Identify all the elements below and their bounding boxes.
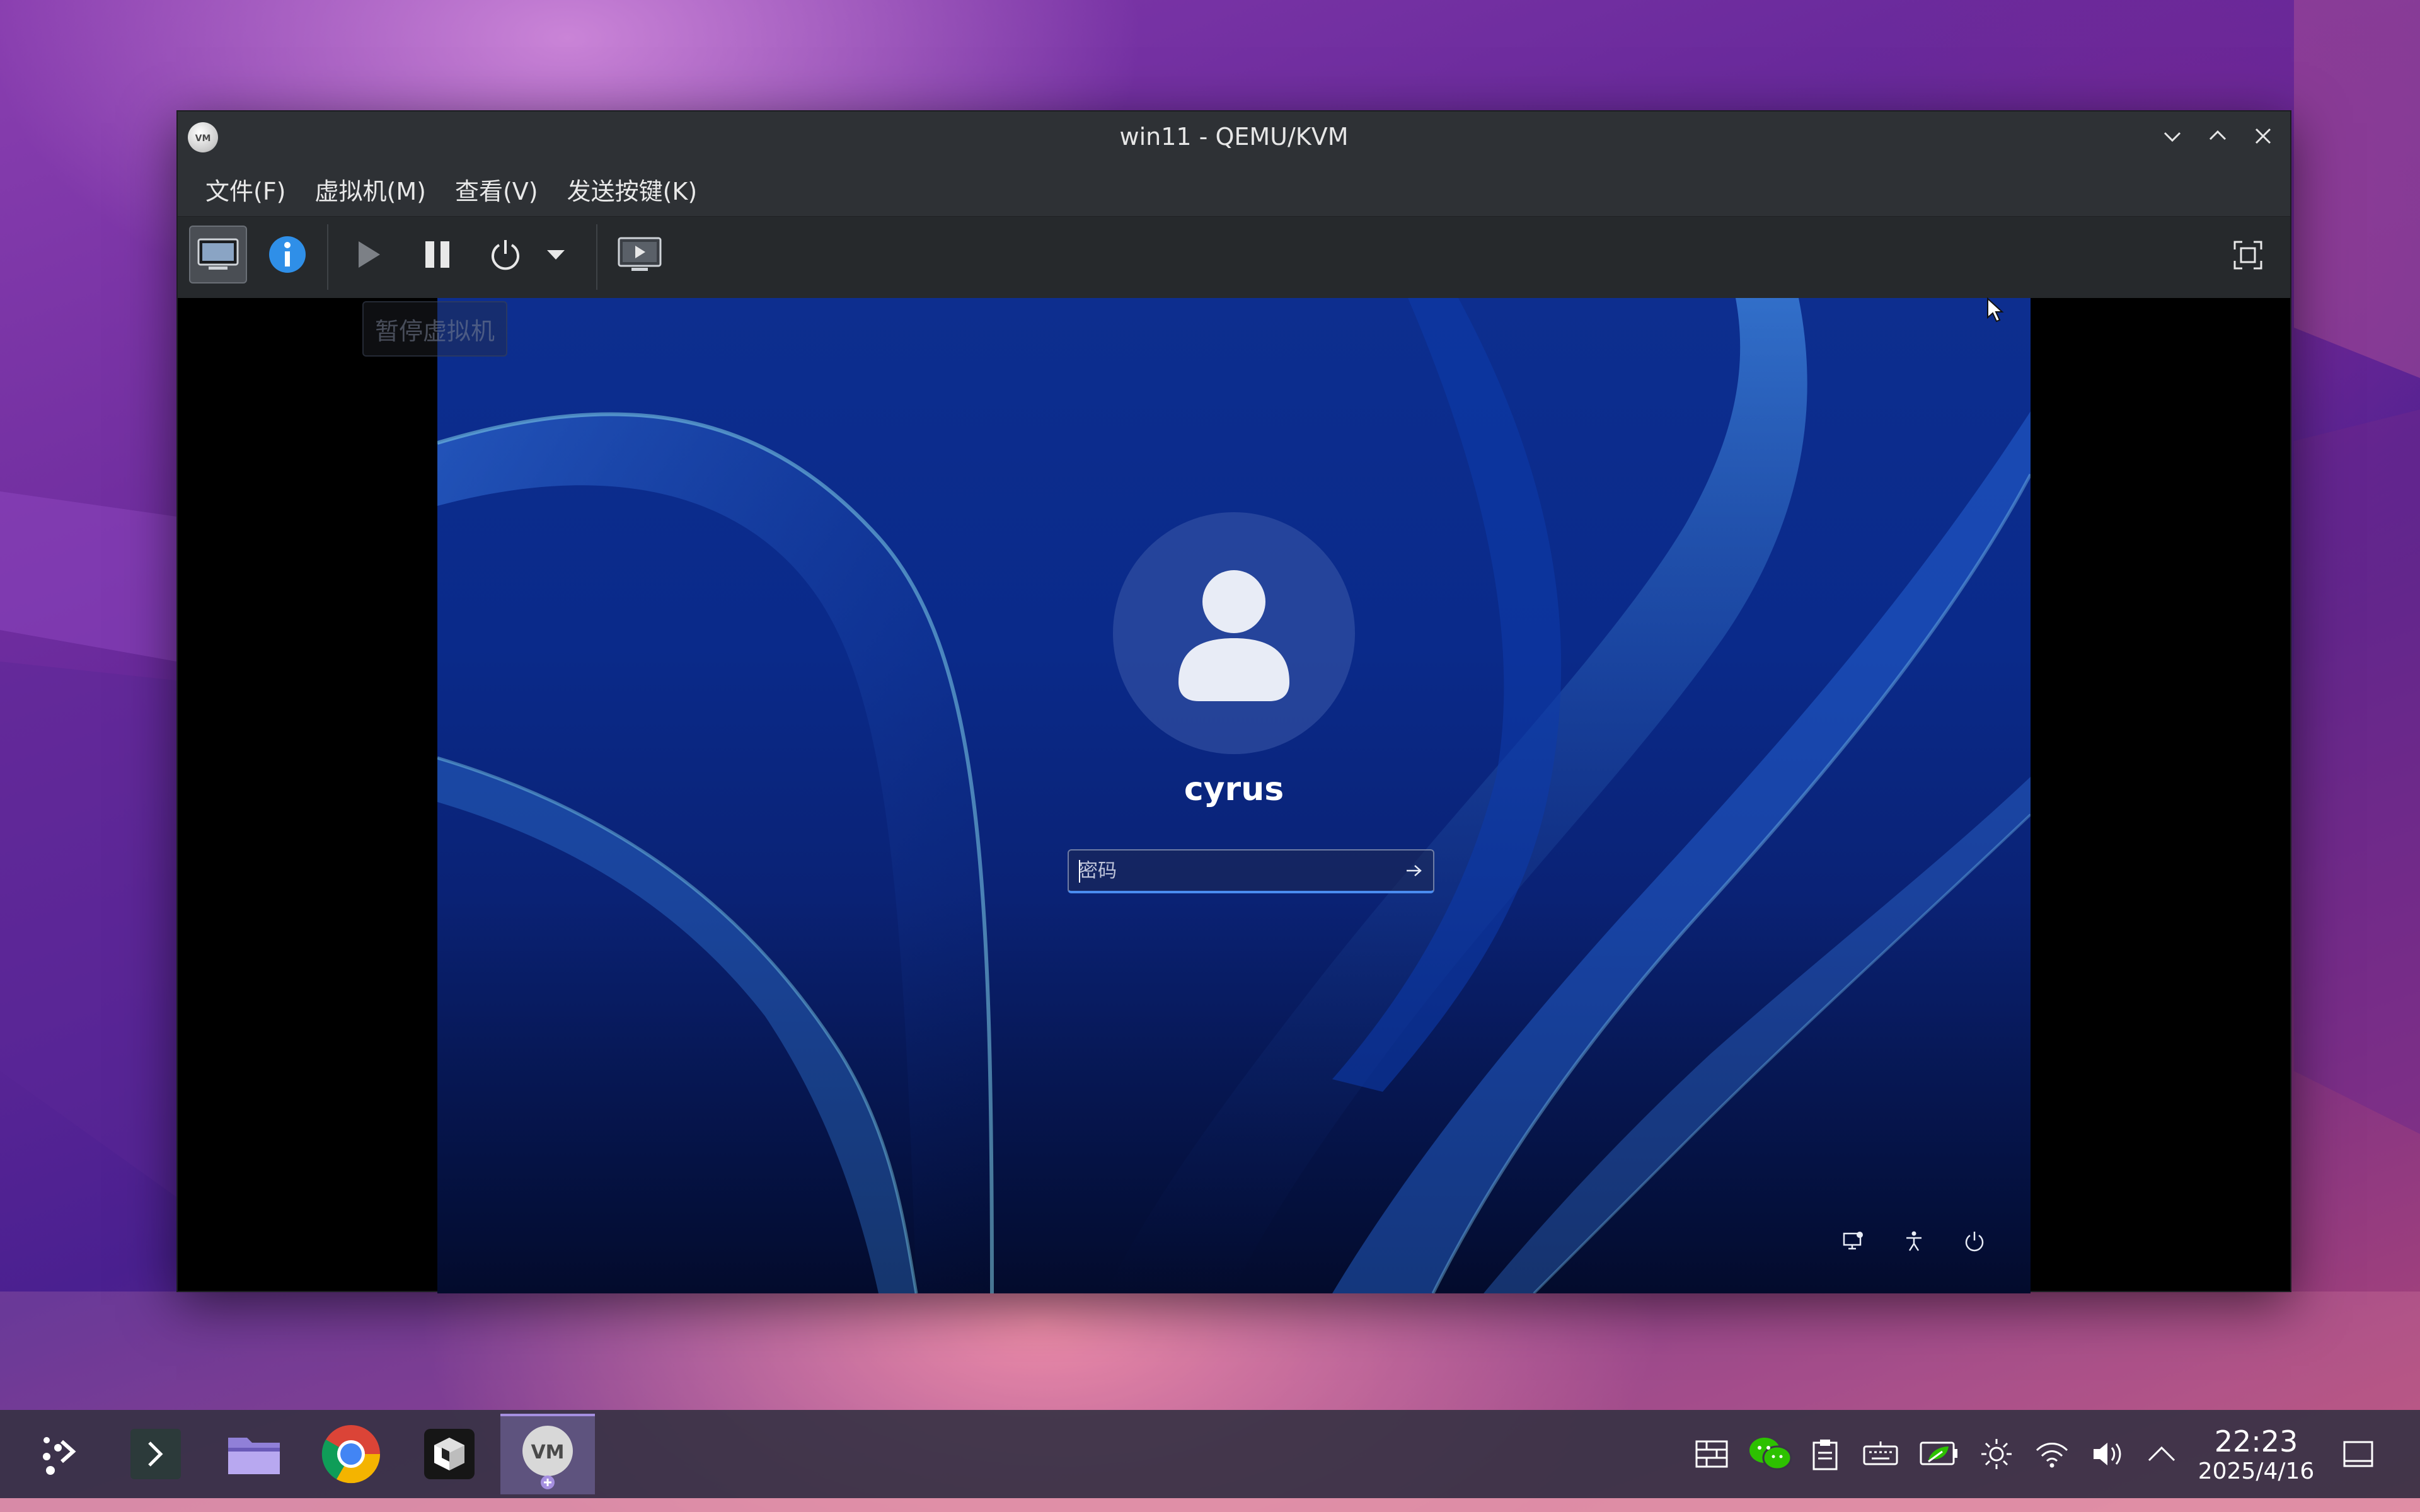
submit-button[interactable] bbox=[1395, 850, 1433, 891]
shutdown-menu-button[interactable] bbox=[537, 236, 575, 273]
window-title: win11 - QEMU/KVM bbox=[1119, 123, 1349, 151]
user-avatar bbox=[1113, 512, 1355, 754]
menu-view[interactable]: 查看(V) bbox=[444, 167, 550, 212]
chevron-down-icon bbox=[2164, 132, 2181, 142]
mouse-cursor-icon bbox=[1987, 297, 2004, 323]
minimize-button[interactable] bbox=[2157, 120, 2188, 152]
keyboard-icon bbox=[1863, 1441, 1898, 1465]
guest-power-button[interactable] bbox=[1960, 1227, 1989, 1256]
password-field[interactable] bbox=[1068, 849, 1434, 893]
taskbar-terminal[interactable] bbox=[108, 1414, 203, 1494]
tray-wechat[interactable] bbox=[1747, 1435, 1795, 1473]
battery-leaf-icon bbox=[1920, 1441, 1957, 1465]
clock-date: 2025/4/16 bbox=[2198, 1458, 2315, 1484]
screenshot-icon bbox=[618, 237, 662, 271]
fullscreen-icon bbox=[2233, 241, 2262, 270]
text-caret bbox=[1079, 860, 1080, 883]
password-input[interactable] bbox=[1079, 850, 1395, 891]
app-launcher-button[interactable] bbox=[16, 1414, 105, 1494]
tray-clipboard[interactable] bbox=[1806, 1435, 1844, 1473]
run-button[interactable] bbox=[343, 229, 393, 280]
tray-input-method[interactable] bbox=[1862, 1435, 1899, 1473]
power-icon bbox=[1965, 1232, 1984, 1252]
vm-window: VM win11 - QEMU/KVM 文件(F) 虚拟机(M) 查看(V) 发… bbox=[176, 110, 2291, 1293]
shutdown-button[interactable] bbox=[480, 229, 531, 280]
tray-power-manager[interactable] bbox=[1918, 1435, 1960, 1473]
tray-volume[interactable] bbox=[2089, 1435, 2126, 1473]
clipboard-icon bbox=[1812, 1440, 1838, 1470]
fullscreen-button[interactable] bbox=[2227, 234, 2269, 276]
clock-time: 22:23 bbox=[2214, 1424, 2298, 1458]
title-bar[interactable]: VM win11 - QEMU/KVM bbox=[178, 112, 2290, 162]
arrow-right-icon bbox=[1407, 865, 1422, 876]
maximize-button[interactable] bbox=[2202, 120, 2233, 152]
wifi-icon bbox=[2036, 1443, 2068, 1468]
power-icon bbox=[492, 240, 519, 270]
guest-login-screen[interactable]: cyrus bbox=[437, 298, 2031, 1293]
menu-bar: 文件(F) 虚拟机(M) 查看(V) 发送按键(K) bbox=[178, 162, 2290, 216]
toolbar bbox=[178, 216, 2290, 298]
tray-firewall[interactable] bbox=[1693, 1435, 1731, 1473]
screenshot-button[interactable] bbox=[611, 229, 668, 280]
taskbar-chrome[interactable] bbox=[304, 1414, 398, 1494]
play-icon bbox=[359, 241, 380, 268]
username-label: cyrus bbox=[1184, 770, 1284, 808]
tray-wifi[interactable] bbox=[2033, 1435, 2071, 1473]
taskbar: VM 22:23 2025/4/16 bbox=[0, 1410, 2420, 1498]
vm-console[interactable]: cyrus bbox=[178, 298, 2290, 1293]
taskbar-file-manager[interactable] bbox=[207, 1414, 301, 1494]
virt-manager-icon: VM bbox=[522, 1426, 573, 1489]
folder-icon bbox=[228, 1438, 280, 1474]
wechat-icon bbox=[1749, 1438, 1792, 1470]
svg-text:VM: VM bbox=[531, 1441, 564, 1463]
menu-vm[interactable]: 虚拟机(M) bbox=[304, 167, 437, 212]
taskbar-app-box[interactable] bbox=[402, 1414, 497, 1494]
taskbar-virt-manager[interactable]: VM bbox=[500, 1414, 595, 1494]
pause-tooltip: 暂停虚拟机 bbox=[362, 301, 507, 357]
accessibility-icon bbox=[1906, 1231, 1922, 1251]
chevron-up-icon bbox=[2209, 130, 2227, 140]
chevron-up-icon bbox=[2148, 1446, 2175, 1462]
tray-brightness[interactable] bbox=[1978, 1435, 2015, 1473]
tray-expand-button[interactable] bbox=[2143, 1435, 2181, 1473]
monitor-icon bbox=[197, 238, 239, 270]
pause-button[interactable] bbox=[412, 229, 463, 280]
launcher-icon bbox=[43, 1437, 76, 1475]
user-icon bbox=[1178, 570, 1289, 701]
volume-icon bbox=[2094, 1443, 2121, 1465]
network-icon bbox=[1843, 1232, 1863, 1250]
box-app-icon bbox=[424, 1429, 475, 1479]
close-button[interactable] bbox=[2247, 120, 2279, 152]
show-desktop-button[interactable] bbox=[2339, 1435, 2377, 1473]
menu-sendkey[interactable]: 发送按键(K) bbox=[556, 167, 709, 212]
show-desktop-icon bbox=[2343, 1441, 2373, 1467]
accessibility-button[interactable] bbox=[1899, 1227, 1928, 1256]
brightness-icon bbox=[1981, 1439, 2012, 1469]
terminal-icon bbox=[130, 1429, 181, 1479]
close-icon bbox=[2255, 128, 2271, 144]
taskbar-clock[interactable]: 22:23 2025/4/16 bbox=[2193, 1425, 2319, 1486]
network-button[interactable] bbox=[1839, 1227, 1868, 1256]
details-view-button[interactable] bbox=[262, 229, 313, 280]
menu-file[interactable]: 文件(F) bbox=[194, 167, 297, 212]
chrome-icon bbox=[321, 1425, 381, 1484]
console-view-button[interactable] bbox=[189, 226, 247, 284]
virt-manager-logo-icon: VM bbox=[188, 122, 218, 152]
info-icon bbox=[269, 236, 306, 273]
dropdown-arrow-icon bbox=[547, 250, 565, 260]
svg-text:VM: VM bbox=[195, 134, 211, 144]
firewall-icon bbox=[1695, 1440, 1728, 1468]
pause-icon bbox=[425, 241, 449, 268]
